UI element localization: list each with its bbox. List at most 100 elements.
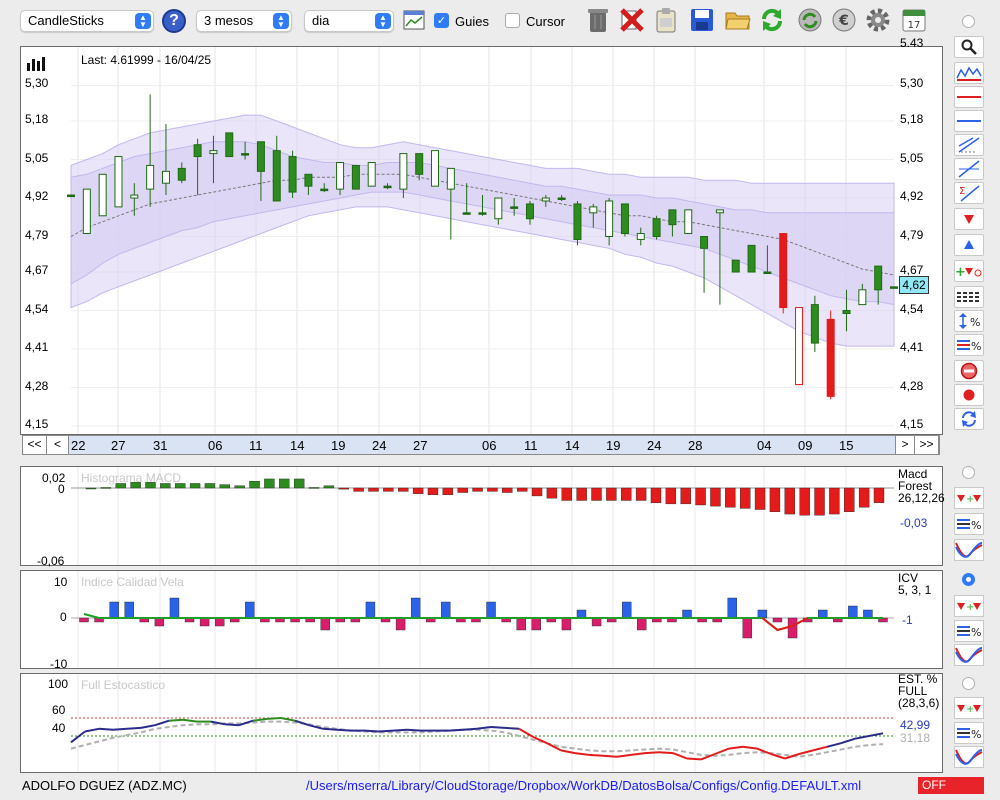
price-axis-tick-left: 4,92 <box>25 189 49 203</box>
panel-select-radio-icv[interactable] <box>962 573 975 586</box>
trash-icon[interactable] <box>584 6 612 34</box>
icv-panel[interactable]: Indice Calidad Vela <box>20 570 943 669</box>
date-axis-label: 27 <box>413 438 428 453</box>
candle-body <box>731 259 740 273</box>
nav-last-button[interactable]: >> <box>915 436 939 454</box>
blue-line-tool-button[interactable] <box>954 110 984 132</box>
macd-params: 26,12,26 <box>898 491 945 505</box>
oscillator-curve-icon <box>955 542 983 558</box>
date-axis-label: 24 <box>647 438 662 453</box>
svg-text:%: % <box>971 626 981 639</box>
oscillator-curve-icon <box>955 647 983 663</box>
red-line-tool-button[interactable] <box>954 86 984 108</box>
grid-lines-tool-button[interactable] <box>954 286 984 308</box>
sync-tool-button[interactable] <box>954 408 984 430</box>
nav-first-button[interactable]: << <box>23 436 47 454</box>
record-tool-button[interactable] <box>954 384 984 406</box>
sell-marker-tool-button[interactable] <box>954 208 984 230</box>
panel-select-radio-stochastic[interactable] <box>962 677 975 690</box>
stoch-markers-button[interactable]: + <box>954 697 984 719</box>
chart-zoom-tool-button[interactable] <box>954 62 984 84</box>
delete-all-tool-button[interactable] <box>954 360 984 382</box>
macd-bar <box>204 483 216 489</box>
recycle-icon[interactable] <box>796 6 824 34</box>
status-badge[interactable]: OFF <box>918 777 984 794</box>
save-icon[interactable] <box>688 6 716 34</box>
icv-bar <box>622 601 632 619</box>
panel-select-radio-price[interactable] <box>962 15 975 28</box>
candle-body <box>146 164 155 190</box>
candle-body <box>177 167 186 181</box>
trend-channel-tool-button[interactable] <box>954 134 984 156</box>
icv-tick-bottom: -10 <box>50 657 68 671</box>
open-folder-icon[interactable] <box>724 6 752 34</box>
panel-select-radio-macd[interactable] <box>962 466 975 479</box>
macd-curve-button[interactable] <box>954 539 984 561</box>
icv-bar <box>772 617 783 623</box>
macd-markers-button[interactable]: + <box>954 487 984 509</box>
stochastic-k-segment <box>364 729 380 733</box>
candle-body <box>763 271 772 275</box>
stochastic-d-line <box>70 720 884 758</box>
gear-icon[interactable] <box>864 6 892 34</box>
icv-markers-button[interactable]: + <box>954 595 984 617</box>
candle-body <box>367 161 376 187</box>
nav-next-button[interactable]: > <box>895 436 915 454</box>
candle-body <box>272 150 281 202</box>
macd-bar <box>353 487 364 492</box>
icv-bar <box>561 617 572 631</box>
icv-lines-percent-button[interactable]: % <box>954 620 984 642</box>
stochastic-k-segment <box>644 751 660 755</box>
price-axis-tick-left: 4,41 <box>25 340 49 355</box>
date-navigation-bar[interactable]: << < 22 27 31 06 11 14 19 24 27 06 11 14 19 24 28 04 09 1… <box>22 435 940 455</box>
stochastic-k-segment <box>854 735 870 740</box>
macd-panel[interactable]: Histograma MACD <box>20 466 943 566</box>
candle-body <box>589 206 598 214</box>
clipboard-icon[interactable] <box>652 6 680 34</box>
nav-prev-button[interactable]: < <box>47 436 69 454</box>
candle-body <box>446 167 455 190</box>
stoch-curve-button[interactable] <box>954 746 984 768</box>
euro-icon[interactable]: € <box>830 6 858 34</box>
lines-percent-tool-button[interactable]: % <box>954 334 984 356</box>
candle-body <box>715 209 724 214</box>
help-button[interactable]: ? <box>162 9 186 33</box>
refresh-icon[interactable] <box>758 6 786 34</box>
macd-bar <box>85 487 97 490</box>
stochastic-k-segment <box>812 745 828 752</box>
fibonacci-tool-button[interactable]: Σ <box>954 182 984 204</box>
trend-line-tool-button[interactable] <box>954 158 984 180</box>
candle-body <box>842 310 851 314</box>
config-path-link[interactable]: /Users/mserra/Library/CloudStorage/Dropb… <box>306 778 861 793</box>
candle-body <box>256 141 265 172</box>
price-axis-tick-left: 4,54 <box>25 301 49 316</box>
price-chart-panel[interactable]: Last: 4.61999 - 16/04/25 <box>20 46 943 435</box>
cursor-checkbox[interactable] <box>505 13 520 28</box>
icv-curve-button[interactable] <box>954 644 984 666</box>
delete-icon[interactable] <box>618 6 646 34</box>
candle-body <box>478 212 487 215</box>
buy-marker-tool-button[interactable] <box>954 234 984 256</box>
interval-select[interactable]: dia ▲ ▼ <box>304 10 394 32</box>
macd-lines-percent-button[interactable]: % <box>954 513 984 535</box>
zoom-tool-button[interactable] <box>954 36 984 58</box>
icv-bar <box>109 601 119 619</box>
date-axis-label: 06 <box>482 438 497 453</box>
add-marker-tool-button[interactable]: + <box>954 260 984 282</box>
vertical-percent-tool-button[interactable]: % <box>954 310 984 332</box>
macd-bar <box>710 487 721 507</box>
guides-checkbox[interactable]: ✓ <box>434 13 449 28</box>
candle-body <box>858 289 867 306</box>
candle-body <box>573 203 582 240</box>
candle-body <box>320 188 329 192</box>
stochastic-panel[interactable]: Full Estocastico <box>20 673 943 773</box>
candle-body <box>336 161 345 190</box>
macd-bar <box>606 487 617 501</box>
period-select[interactable]: 3 mesos ▲ ▼ <box>196 10 292 32</box>
chart-type-select[interactable]: CandleSticks ▲ ▼ <box>20 10 154 32</box>
chart-settings-icon[interactable] <box>400 6 428 34</box>
stoch-lines-percent-button[interactable]: % <box>954 722 984 744</box>
svg-text:€: € <box>838 13 849 29</box>
stochastic-k-segment <box>252 717 268 722</box>
calendar-icon[interactable]: 17 <box>900 6 928 34</box>
